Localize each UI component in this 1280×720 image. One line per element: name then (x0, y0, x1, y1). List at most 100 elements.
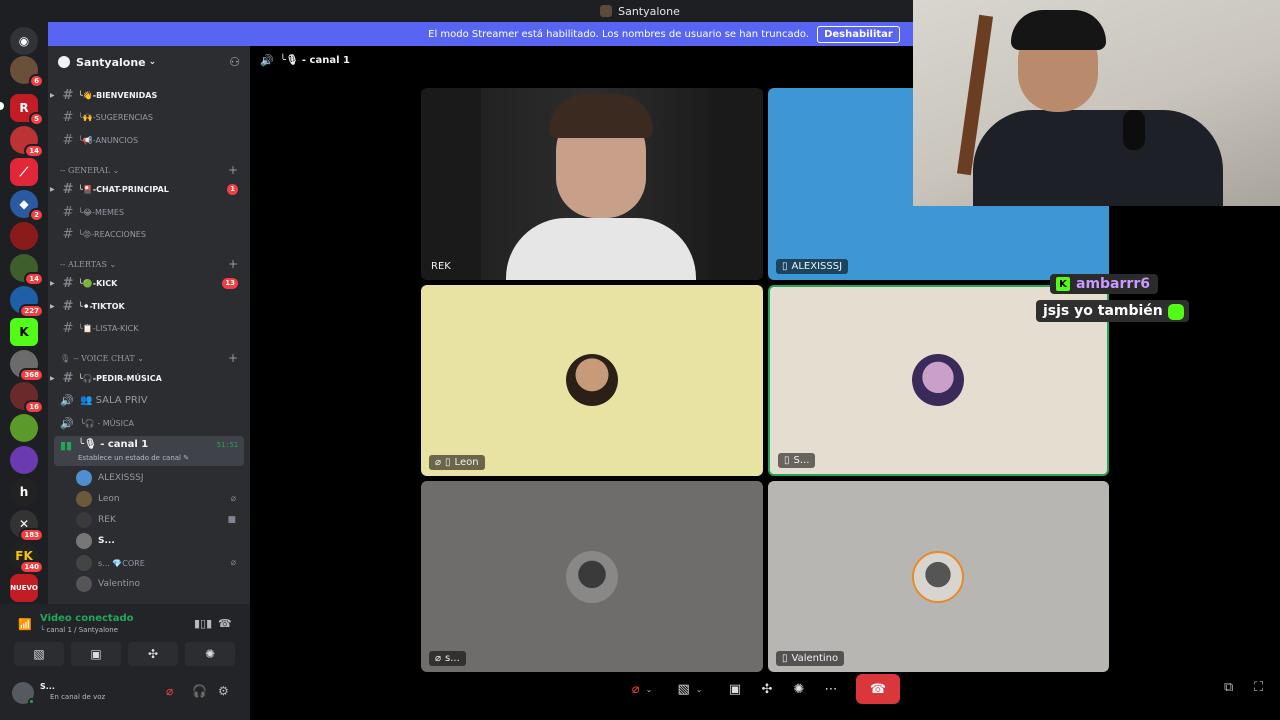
server-icon-3[interactable]: 14 (10, 126, 44, 158)
disable-streamer-mode-button[interactable]: Deshabilitar (817, 25, 900, 43)
avatar (912, 551, 964, 603)
category-voice-chat[interactable]: 🎙 -- VOICE CHAT ⌄ + (48, 349, 250, 367)
channel-tiktok[interactable]: ▶ # ╰⚫-TIKTOK (48, 296, 250, 316)
stage-header: 🔊 ╰🎙 - canal 1 (260, 54, 350, 67)
channel-sugerencias[interactable]: # ╰🙌-SUGERENCIAS (48, 107, 250, 127)
fullscreen-icon[interactable]: ⛶ (1254, 680, 1263, 695)
server-header[interactable]: Santyalone ⌄ ⚇ (48, 46, 250, 78)
channel-pedir-musica[interactable]: ▶ # ╰🎧-PEDIR-MÚSICA (48, 368, 250, 388)
voice-channel-musica[interactable]: 🔊 ╰🎧 - MÚSICA (48, 413, 250, 433)
chevron-down-icon[interactable]: ⌄ (646, 685, 653, 694)
server-icon-13[interactable] (10, 446, 38, 474)
share-screen-button[interactable]: ▣ (724, 676, 746, 702)
voice-member[interactable]: Leon ⌀ (76, 489, 246, 509)
muted-mic-icon: ⌀ (435, 653, 442, 664)
add-channel-icon[interactable]: + (228, 351, 238, 365)
toggle-camera-button[interactable]: ▧ ⌄ (668, 676, 712, 702)
channel-anuncios[interactable]: # ╰📢-ANUNCIOS (48, 130, 250, 150)
voice-location[interactable]: ╰ canal 1 / Santyalone (40, 626, 118, 634)
soundboard-button[interactable]: ✺ (185, 642, 235, 666)
share-screen-button[interactable]: ▣ (71, 642, 121, 666)
streamer-webcam-overlay (913, 0, 1280, 206)
server-icon-11[interactable]: 16 (10, 382, 44, 414)
set-channel-status[interactable]: Establece un estado de canal ✎ (78, 454, 189, 462)
more-options-button[interactable]: ⋯ (820, 676, 842, 702)
noise-suppression-icon[interactable]: ▮▯▮ (194, 617, 212, 630)
muted-mic-icon: ⌀ (230, 494, 236, 504)
emote-icon (1167, 304, 1184, 320)
category-alertas[interactable]: -- ALERTAS ⌄ + (48, 255, 250, 273)
server-icon-2[interactable]: R5 (10, 94, 44, 126)
collapse-arrow-icon: ▶ (50, 279, 55, 287)
streamer-mode-text: El modo Streamer está habilitado. Los no… (428, 28, 810, 40)
avatar (76, 491, 92, 507)
video-tile-s-core[interactable]: ⌀ s... (421, 481, 763, 672)
kick-logo-icon: K (1056, 277, 1070, 291)
participant-hair (549, 94, 653, 138)
chat-username: K ambarrr6 (1050, 274, 1158, 294)
channel-lista-kick[interactable]: # ╰📋-LISTA-KICK (48, 318, 250, 338)
toggle-camera-button[interactable]: ▧ (14, 642, 64, 666)
channel-kick[interactable]: ▶ # ╰🟢-KICK 13 (48, 273, 250, 293)
add-channel-icon[interactable]: + (228, 163, 238, 177)
hash-icon: # (62, 370, 74, 386)
hash-icon: # (62, 320, 74, 336)
hash-icon: # (62, 298, 74, 314)
server-icon-12[interactable] (10, 414, 38, 442)
chevron-down-icon[interactable]: ⌄ (696, 685, 703, 694)
voice-member[interactable]: ALEXISSSJ (76, 468, 246, 488)
server-icon-santyalone[interactable]: ⟋ (10, 158, 38, 186)
add-member-icon[interactable]: ⚇ (229, 55, 240, 69)
video-tile-leon[interactable]: ⌀ ▯ Leon (421, 285, 763, 476)
disconnect-icon[interactable]: ☎ (218, 617, 232, 630)
headphones-icon[interactable]: 🎧 (192, 684, 207, 698)
server-icon-15[interactable]: ✕ 183 (10, 510, 44, 542)
server-icon-16[interactable]: FK 140 (10, 542, 44, 574)
voice-channel-sala-priv[interactable]: 🔊 👥 SALA PRIV (48, 390, 250, 410)
hash-icon: # (62, 132, 74, 148)
channel-chat-principal[interactable]: ▶ # ╰🎴-CHAT-PRINCIPAL 1 (48, 179, 250, 199)
disconnect-button[interactable]: ☎ (856, 674, 900, 704)
discord-home-icon[interactable]: ◉ (10, 27, 38, 55)
video-tile-rek[interactable]: REK (421, 88, 763, 280)
discord-window: Santyalone ◉ 6 R5 14 ⟋ ◆ 2 14 227 K 368 1… (0, 0, 1280, 720)
server-icon-new[interactable]: NUEVO (10, 574, 38, 602)
avatar (76, 512, 92, 528)
server-icon-7[interactable]: 14 (10, 254, 44, 286)
server-icon-5[interactable]: ◆ 2 (10, 190, 44, 222)
category-general[interactable]: -- GENERAL ⌄ + (48, 161, 250, 179)
voice-member[interactable]: s... 💎CORE ⌀ (76, 553, 246, 573)
mobile-icon: ▯ (782, 653, 788, 664)
soundboard-icon: ✺ (204, 647, 216, 661)
activities-button[interactable]: ✣ (128, 642, 178, 666)
server-icon-1[interactable]: 6 (10, 56, 44, 88)
server-icon-kick[interactable]: K (10, 318, 38, 346)
voice-member[interactable]: S... (76, 531, 246, 551)
channel-reacciones[interactable]: # ╰😡-REACCIONES (48, 224, 250, 244)
stage-channel-name: ╰🎙 - canal 1 (279, 55, 350, 66)
muted-mic-icon[interactable]: ⌀ (166, 684, 173, 698)
tile-name-tag: ▯ S... (778, 453, 816, 468)
voice-member[interactable]: REK ■ (76, 510, 246, 530)
server-avatar-icon (600, 5, 613, 17)
voice-member[interactable]: Valentino (76, 574, 246, 594)
voice-status[interactable]: Video conectado (40, 613, 133, 624)
pop-out-icon[interactable]: ⧉ (1224, 680, 1233, 695)
activities-button[interactable]: ✣ (756, 676, 778, 702)
channel-bienvenidas[interactable]: ▶ # ╰👋-BIENVENIDAS (48, 85, 250, 105)
add-channel-icon[interactable]: + (228, 257, 238, 271)
mute-microphone-button[interactable]: ⌀ ⌄ (620, 676, 664, 702)
signal-icon[interactable]: 📶 (18, 618, 32, 631)
server-icon-8[interactable]: 227 (10, 286, 44, 318)
video-tile-valentino[interactable]: ▯ Valentino (768, 481, 1109, 672)
hash-icon: # (62, 109, 74, 125)
channel-memes[interactable]: # ╰😂-MEMES (48, 202, 250, 222)
server-icon-6[interactable] (10, 222, 38, 250)
soundboard-button[interactable]: ✺ (788, 676, 810, 702)
server-icon-14[interactable]: h (10, 478, 38, 506)
server-icon-10[interactable]: 368 (10, 350, 44, 382)
streamer-shirt (973, 110, 1223, 206)
voice-channel-canal-1[interactable]: ▮▮ ╰🎙 - canal 1 Establece un estado de c… (54, 436, 244, 466)
gear-icon[interactable]: ⚙ (218, 684, 229, 698)
streamer-hair (1011, 10, 1106, 50)
